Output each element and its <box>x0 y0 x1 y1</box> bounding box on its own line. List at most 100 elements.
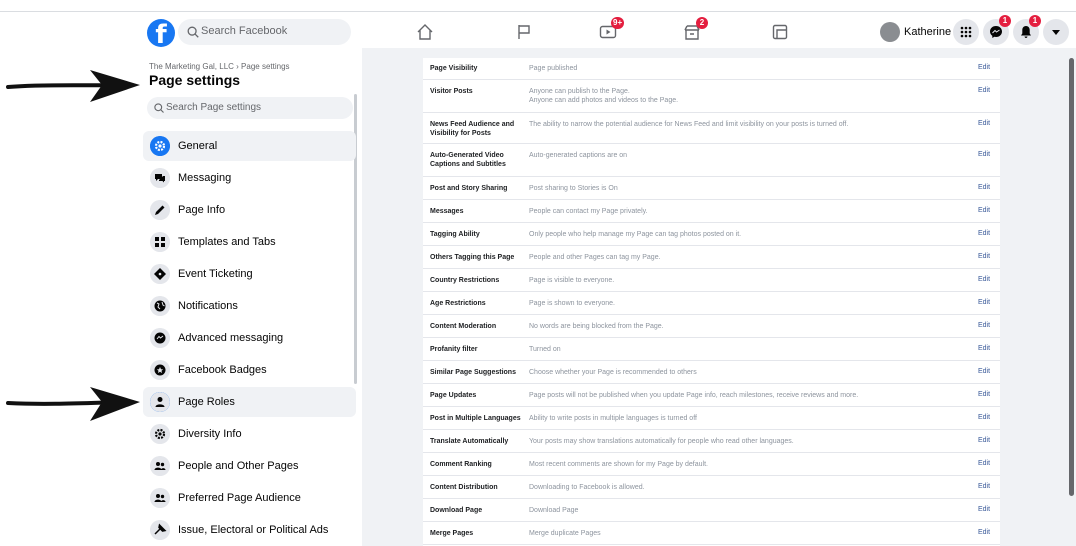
setting-description: Downloading to Facebook is allowed. <box>529 483 969 492</box>
setting-description: Post sharing to Stories is On <box>529 184 969 193</box>
setting-description: Only people who help manage my Page can … <box>529 230 969 239</box>
edit-link[interactable]: Edit <box>978 460 990 467</box>
setting-name: Merge Pages <box>430 530 474 537</box>
sidebar-item-advanced-messaging[interactable]: Advanced messaging <box>143 323 356 353</box>
grid-menu-icon <box>960 26 972 38</box>
watch-badge: 9+ <box>611 17 625 29</box>
setting-description: Most recent comments are shown for my Pa… <box>529 460 969 469</box>
gaming-icon[interactable] <box>770 22 790 42</box>
profile-name: Katherine <box>904 26 952 38</box>
edit-link[interactable]: Edit <box>978 299 990 306</box>
settings-search-placeholder: Search Page settings <box>166 102 262 113</box>
edit-link[interactable]: Edit <box>978 253 990 260</box>
gear-icon <box>150 424 170 444</box>
setting-description-line: Ability to write posts in multiple langu… <box>529 415 697 422</box>
settings-row: Similar Page Suggestions Choose whether y… <box>423 362 1000 384</box>
setting-description: Anyone can publish to the Page. Anyone ca… <box>529 87 969 105</box>
pencil-icon <box>150 200 170 220</box>
sidebar-item-label: Templates and Tabs <box>178 236 276 248</box>
messenger-icon <box>150 328 170 348</box>
setting-name: Age Restrictions <box>430 300 486 307</box>
edit-link[interactable]: Edit <box>978 151 990 158</box>
messenger-badge: 1 <box>999 15 1011 27</box>
setting-description: Download Page <box>529 506 969 515</box>
setting-name: News Feed Audience and Visibility for Po… <box>430 121 515 137</box>
settings-row: Post in Multiple Languages Ability to wri… <box>423 408 1000 430</box>
settings-sidebar: The Marketing Gal, LLC › Page settings P… <box>138 48 362 546</box>
sidebar-item-label: Page Info <box>178 204 226 216</box>
sidebar-item-page-roles[interactable]: Page Roles <box>143 387 356 417</box>
flag-icon[interactable] <box>514 22 534 42</box>
edit-link[interactable]: Edit <box>978 345 990 352</box>
home-icon[interactable] <box>415 22 435 42</box>
sidebar-item-political-ads[interactable]: Issue, Electoral or Political Ads <box>143 515 356 545</box>
facebook-search-input[interactable]: Search Facebook <box>178 19 351 45</box>
edit-link[interactable]: Edit <box>978 391 990 398</box>
edit-link[interactable]: Edit <box>978 184 990 191</box>
sidebar-item-page-info[interactable]: Page Info <box>143 195 356 225</box>
edit-link[interactable]: Edit <box>978 483 990 490</box>
top-divider <box>0 11 1076 12</box>
settings-row: Download Page Download Page Edit <box>423 500 1000 522</box>
setting-name: Country Restrictions <box>430 277 500 284</box>
sidebar-item-label: Messaging <box>178 172 232 184</box>
setting-description: Page posts will not be published when yo… <box>529 391 969 400</box>
facebook-logo-icon[interactable]: f <box>147 19 175 47</box>
sidebar-item-notifications[interactable]: Notifications <box>143 291 356 321</box>
setting-description-line: Auto-generated captions are on <box>529 152 628 159</box>
breadcrumb[interactable]: The Marketing Gal, LLC › Page settings <box>149 62 290 71</box>
setting-description-line: Turned on <box>529 346 561 353</box>
edit-link[interactable]: Edit <box>978 87 990 94</box>
setting-name: Messages <box>430 208 464 215</box>
globe-icon <box>150 296 170 316</box>
edit-link[interactable]: Edit <box>978 120 990 127</box>
settings-row: Auto-Generated Video Captions and Subtit… <box>423 145 1000 177</box>
sidebar-item-diversity-info[interactable]: Diversity Info <box>143 419 356 449</box>
setting-name: Similar Page Suggestions <box>430 369 516 376</box>
setting-description: Auto-generated captions are on <box>529 151 969 160</box>
settings-search-input[interactable]: Search Page settings <box>147 97 353 119</box>
menu-button[interactable] <box>953 19 979 45</box>
setting-name: Page Visibility <box>430 65 478 72</box>
setting-description-line: No words are being blocked from the Page… <box>529 323 664 330</box>
sidebar-item-templates-and-tabs[interactable]: Templates and Tabs <box>143 227 356 257</box>
edit-link[interactable]: Edit <box>978 368 990 375</box>
sidebar-item-facebook-badges[interactable]: Facebook Badges <box>143 355 356 385</box>
setting-description: No words are being blocked from the Page… <box>529 322 969 331</box>
setting-description: Choose whether your Page is recommended … <box>529 368 969 377</box>
annotation-arrow-icon <box>6 387 140 421</box>
edit-link[interactable]: Edit <box>978 230 990 237</box>
setting-name: Download Page <box>430 507 483 514</box>
setting-description-line: Anyone can publish to the Page. <box>529 88 630 95</box>
messenger-icon <box>990 26 1002 38</box>
setting-description-line: People and other Pages can tag my Page. <box>529 254 661 261</box>
edit-link[interactable]: Edit <box>978 276 990 283</box>
sidebar-item-label: Issue, Electoral or Political Ads <box>178 524 329 536</box>
edit-link[interactable]: Edit <box>978 506 990 513</box>
setting-name: Post in Multiple Languages <box>430 415 521 422</box>
edit-link[interactable]: Edit <box>978 437 990 444</box>
page-title: Page settings <box>149 72 241 88</box>
sidebar-item-people-and-other-pages[interactable]: People and Other Pages <box>143 451 356 481</box>
settings-row: Messages People can contact my Page priva… <box>423 201 1000 223</box>
setting-description-line: Merge duplicate Pages <box>529 530 601 537</box>
edit-link[interactable]: Edit <box>978 207 990 214</box>
setting-description: The ability to narrow the potential audi… <box>529 120 969 129</box>
page-scrollbar-thumb[interactable] <box>1069 58 1074 496</box>
top-navigation-bar: f Search Facebook 9+ 2 Katherine 1 1 <box>0 0 1076 48</box>
sidebar-item-preferred-page-audience[interactable]: Preferred Page Audience <box>143 483 356 513</box>
setting-name: Post and Story Sharing <box>430 185 508 192</box>
account-dropdown-button[interactable] <box>1043 19 1069 45</box>
edit-link[interactable]: Edit <box>978 64 990 71</box>
edit-link[interactable]: Edit <box>978 322 990 329</box>
ticket-icon <box>150 264 170 284</box>
edit-link[interactable]: Edit <box>978 414 990 421</box>
bell-icon <box>1021 26 1031 38</box>
sidebar-item-label: Event Ticketing <box>178 268 253 280</box>
setting-name: Profanity filter <box>430 346 478 353</box>
sidebar-item-general[interactable]: General <box>143 131 356 161</box>
setting-description: Your posts may show translations automat… <box>529 437 969 446</box>
edit-link[interactable]: Edit <box>978 529 990 536</box>
sidebar-item-event-ticketing[interactable]: Event Ticketing <box>143 259 356 289</box>
sidebar-item-messaging[interactable]: Messaging <box>143 163 356 193</box>
